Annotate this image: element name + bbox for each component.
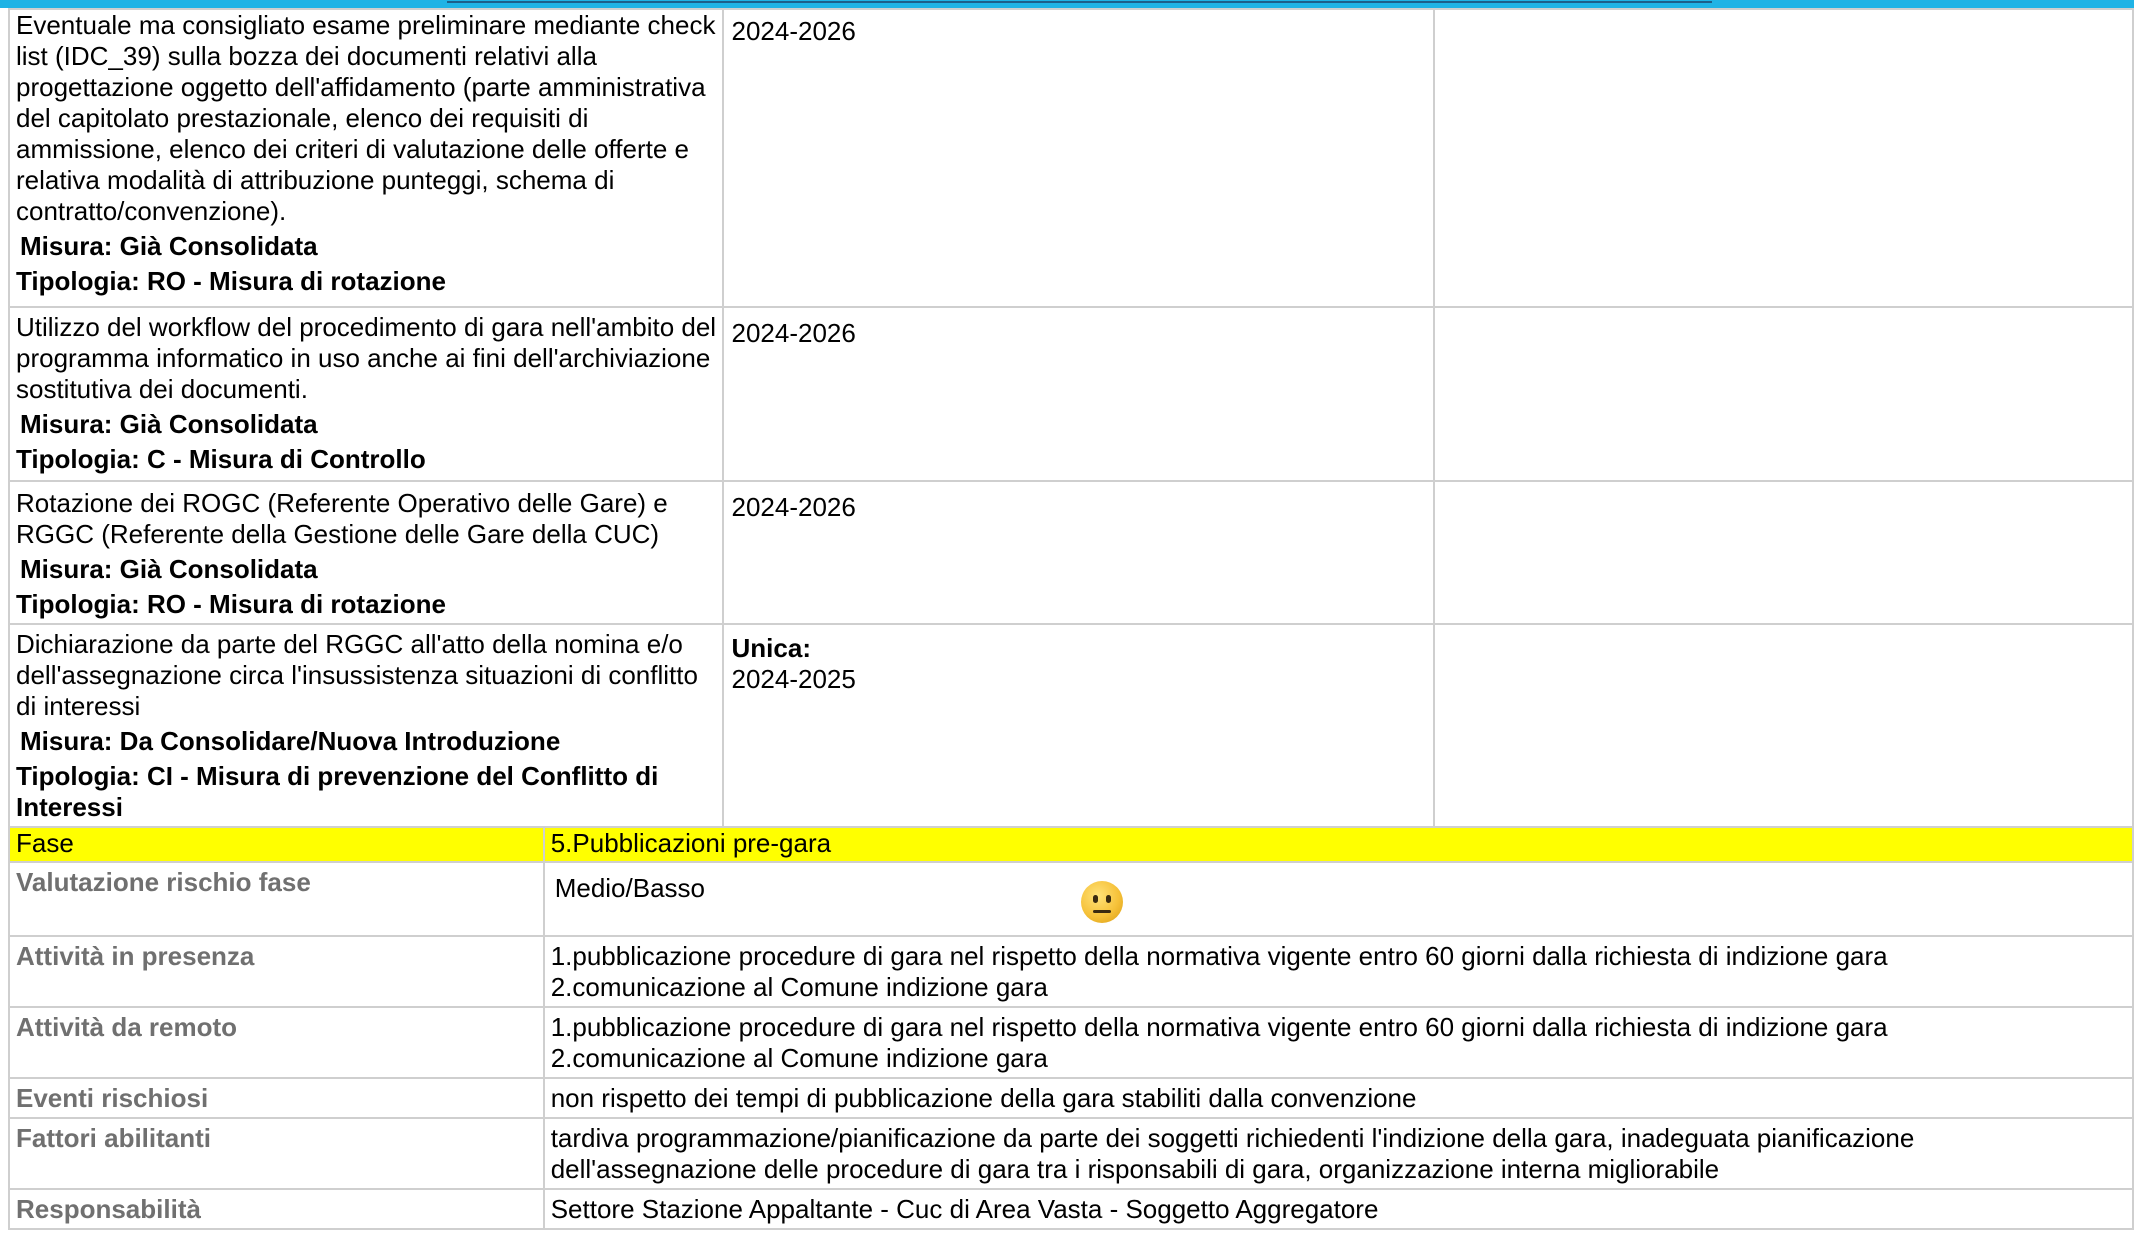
measure-description-cell: Dichiarazione da parte del RGGC all'atto… <box>8 623 724 828</box>
fase-label: Fase <box>8 826 545 863</box>
fase-row: Fase 5.Pubblicazioni pre-gara <box>8 826 2134 863</box>
valutazione-label: Valutazione rischio fase <box>8 861 545 937</box>
measure-misura: Misura: Da Consolidare/Nuova Introduzion… <box>20 726 561 756</box>
eventi-value-cell: non rispetto dei tempi di pubblicazione … <box>542 1077 2134 1119</box>
measure-period-label: Unica: <box>731 633 811 663</box>
eventi-label: Eventi rischiosi <box>8 1077 545 1119</box>
measure-period: 2024-2026 <box>731 492 856 522</box>
measure-tipologia: Tipologia: CI - Misura di prevenzione de… <box>16 761 659 822</box>
measure-misura: Misura: Già Consolidata <box>20 231 318 261</box>
presenza-row: Attività in presenza 1.pubblicazione pro… <box>8 935 2134 1008</box>
remoto-label: Attività da remoto <box>8 1006 545 1079</box>
measure-description-cell: Rotazione dei ROGC (Referente Operativo … <box>8 480 724 625</box>
measure-notes-cell <box>1432 306 2134 482</box>
valutazione-label-text: Valutazione rischio fase <box>16 867 311 897</box>
measure-tipologia: Tipologia: C - Misura di Controllo <box>16 444 426 474</box>
fattori-label: Fattori abilitanti <box>8 1117 545 1190</box>
presenza-value: 1.pubblicazione procedure di gara nel ri… <box>542 935 2134 1008</box>
fattori-row: Fattori abilitanti tardiva programmazion… <box>8 1117 2134 1190</box>
responsabilita-value-cell: Settore Stazione Appaltante - Cuc di Are… <box>542 1188 2134 1230</box>
measure-tipologia: Tipologia: RO - Misura di rotazione <box>16 589 446 619</box>
valutazione-row: Valutazione rischio fase Medio/Basso <box>8 861 2134 937</box>
fase-value: 5.Pubblicazioni pre-gara <box>542 826 2134 863</box>
valutazione-value-cell: Medio/Basso <box>542 861 2134 937</box>
measure-period: 2024-2026 <box>731 318 856 348</box>
measure-description: Dichiarazione da parte del RGGC all'atto… <box>16 629 698 721</box>
measure-period: 2024-2025 <box>731 664 856 694</box>
measure-period-cell: Unica: 2024-2025 <box>721 623 1435 828</box>
measure-description: Eventuale ma consigliato esame prelimina… <box>16 10 716 226</box>
measure-description: Utilizzo del workflow del procedimento d… <box>16 312 717 404</box>
presenza-line-2: 2.comunicazione al Comune indizione gara <box>550 972 1048 1002</box>
measure-period-cell: 2024-2026 <box>721 306 1435 482</box>
remoto-label-text: Attività da remoto <box>16 1012 238 1042</box>
fattori-value: tardiva programmazione/pianificazione da… <box>550 1123 1915 1184</box>
top-accent-underline <box>447 1 1712 3</box>
measure-notes-cell <box>1432 8 2134 308</box>
remoto-line-1: 1.pubblicazione procedure di gara nel ri… <box>550 1012 1888 1042</box>
eventi-label-text: Eventi rischiosi <box>16 1083 209 1113</box>
remoto-row: Attività da remoto 1.pubblicazione proce… <box>8 1006 2134 1079</box>
eventi-value: non rispetto dei tempi di pubblicazione … <box>550 1083 1417 1113</box>
valutazione-value: Medio/Basso <box>554 873 706 903</box>
remoto-value: 1.pubblicazione procedure di gara nel ri… <box>542 1006 2134 1079</box>
measure-tipologia: Tipologia: RO - Misura di rotazione <box>16 266 446 296</box>
measure-misura: Misura: Già Consolidata <box>20 554 318 584</box>
measure-period-cell: 2024-2026 <box>721 480 1435 625</box>
responsabilita-label-text: Responsabilità <box>16 1194 201 1224</box>
neutral-face-icon <box>1081 881 1123 923</box>
responsabilita-row: Responsabilità Settore Stazione Appaltan… <box>8 1188 2134 1230</box>
presenza-line-1: 1.pubblicazione procedure di gara nel ri… <box>550 941 1888 971</box>
presenza-label: Attività in presenza <box>8 935 545 1008</box>
remoto-line-2: 2.comunicazione al Comune indizione gara <box>550 1043 1048 1073</box>
eventi-row: Eventi rischiosi non rispetto dei tempi … <box>8 1077 2134 1119</box>
measure-period: 2024-2026 <box>731 16 856 46</box>
measure-period-cell: 2024-2026 <box>721 8 1435 308</box>
measure-row: Rotazione dei ROGC (Referente Operativo … <box>8 480 2134 625</box>
top-accent-bar <box>0 0 2134 8</box>
measure-description-cell: Eventuale ma consigliato esame prelimina… <box>8 8 724 308</box>
measure-row: Utilizzo del workflow del procedimento d… <box>8 306 2134 482</box>
measure-row: Dichiarazione da parte del RGGC all'atto… <box>8 623 2134 828</box>
presenza-label-text: Attività in presenza <box>16 941 255 971</box>
measure-misura: Misura: Già Consolidata <box>20 409 318 439</box>
responsabilita-value: Settore Stazione Appaltante - Cuc di Are… <box>550 1194 1379 1224</box>
measure-description: Rotazione dei ROGC (Referente Operativo … <box>16 488 668 549</box>
fattori-label-text: Fattori abilitanti <box>16 1123 211 1153</box>
measure-description-cell: Utilizzo del workflow del procedimento d… <box>8 306 724 482</box>
measure-row: Eventuale ma consigliato esame prelimina… <box>8 8 2134 308</box>
phase-table: Fase 5.Pubblicazioni pre-gara Valutazion… <box>8 826 2134 1230</box>
responsabilita-label: Responsabilità <box>8 1188 545 1230</box>
measure-notes-cell <box>1432 480 2134 625</box>
measures-table: Eventuale ma consigliato esame prelimina… <box>8 8 2134 828</box>
measure-notes-cell <box>1432 623 2134 828</box>
fattori-value-cell: tardiva programmazione/pianificazione da… <box>542 1117 2134 1190</box>
